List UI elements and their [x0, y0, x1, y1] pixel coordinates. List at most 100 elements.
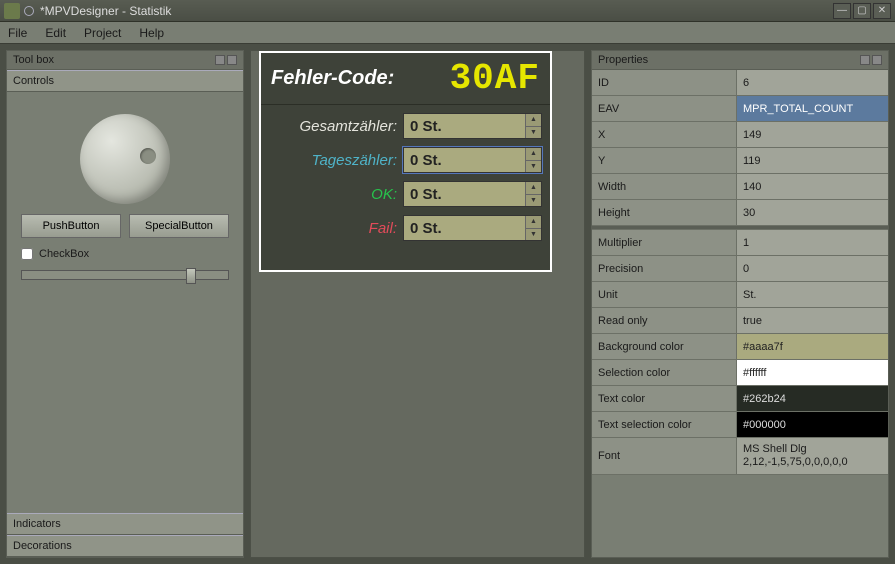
spin-up-icon[interactable]: ▲: [526, 216, 541, 229]
spin-down-icon[interactable]: ▼: [526, 161, 541, 173]
property-key: Height: [592, 200, 737, 225]
spinbox[interactable]: 0 St.▲▼: [403, 181, 542, 207]
properties-panel: Properties ID6EAVMPR_TOTAL_COUNTX149Y119…: [591, 50, 889, 558]
slider-thumb[interactable]: [186, 268, 196, 284]
design-frame[interactable]: Fehler-Code: 30AF Gesamtzähler:0 St.▲▼Ta…: [259, 51, 552, 272]
spinbox[interactable]: 0 St.▲▼: [403, 113, 542, 139]
property-key: Width: [592, 174, 737, 199]
property-value[interactable]: #262b24: [737, 386, 888, 411]
property-row[interactable]: Multiplier1: [592, 230, 888, 256]
property-row[interactable]: FontMS Shell Dlg 2,12,-1,5,75,0,0,0,0,0: [592, 438, 888, 475]
panel-btn-icon[interactable]: [860, 55, 870, 65]
property-key: EAV: [592, 96, 737, 121]
design-canvas[interactable]: Fehler-Code: 30AF Gesamtzähler:0 St.▲▼Ta…: [250, 50, 585, 558]
property-value[interactable]: 30: [737, 200, 888, 225]
field-label: Tageszähler:: [269, 152, 397, 169]
property-key: Selection color: [592, 360, 737, 385]
field-label: Gesamtzähler:: [269, 118, 397, 135]
controls-section-header[interactable]: Controls: [7, 70, 243, 92]
menu-file[interactable]: File: [8, 26, 27, 40]
property-row[interactable]: Height30: [592, 200, 888, 226]
minimize-button[interactable]: —: [833, 3, 851, 19]
maximize-button[interactable]: ▢: [853, 3, 871, 19]
property-key: Text color: [592, 386, 737, 411]
property-row[interactable]: Read onlytrue: [592, 308, 888, 334]
properties-title: Properties: [592, 51, 888, 70]
indicators-section-header[interactable]: Indicators: [7, 513, 243, 535]
property-key: X: [592, 122, 737, 147]
spin-up-icon[interactable]: ▲: [526, 148, 541, 161]
menubar: File Edit Project Help: [0, 22, 895, 44]
property-value[interactable]: true: [737, 308, 888, 333]
spinbox-arrows: ▲▼: [525, 114, 541, 138]
property-value[interactable]: MPR_TOTAL_COUNT: [737, 96, 888, 121]
property-key: Multiplier: [592, 230, 737, 255]
property-row[interactable]: Precision0: [592, 256, 888, 282]
property-row[interactable]: EAVMPR_TOTAL_COUNT: [592, 96, 888, 122]
spin-down-icon[interactable]: ▼: [526, 229, 541, 241]
property-row[interactable]: Y119: [592, 148, 888, 174]
property-row[interactable]: Width140: [592, 174, 888, 200]
property-key: Y: [592, 148, 737, 173]
property-key: Font: [592, 438, 737, 474]
error-row: Fehler-Code: 30AF: [261, 53, 550, 105]
workspace: Tool box Controls PushButton SpecialButt…: [0, 44, 895, 564]
specialbutton-widget[interactable]: SpecialButton: [129, 214, 229, 238]
checkbox-input[interactable]: [21, 248, 33, 260]
titlebar-dot-icon: [24, 6, 34, 16]
toolbox-panel: Tool box Controls PushButton SpecialButt…: [6, 50, 244, 558]
slider-widget[interactable]: [21, 270, 229, 280]
spinbox[interactable]: 0 St.▲▼: [403, 147, 542, 173]
property-row[interactable]: X149: [592, 122, 888, 148]
pushbutton-widget[interactable]: PushButton: [21, 214, 121, 238]
property-value[interactable]: St.: [737, 282, 888, 307]
property-value[interactable]: 6: [737, 70, 888, 95]
property-row[interactable]: Text color#262b24: [592, 386, 888, 412]
property-value[interactable]: #000000: [737, 412, 888, 437]
spin-down-icon[interactable]: ▼: [526, 127, 541, 139]
toolbox-title-label: Tool box: [13, 54, 54, 66]
checkbox-widget[interactable]: CheckBox: [15, 248, 235, 260]
spinbox-arrows: ▲▼: [525, 148, 541, 172]
property-key: Text selection color: [592, 412, 737, 437]
close-button[interactable]: ✕: [873, 3, 891, 19]
field-list: Gesamtzähler:0 St.▲▼Tageszähler:0 St.▲▼O…: [261, 105, 550, 249]
property-value[interactable]: #ffffff: [737, 360, 888, 385]
spin-down-icon[interactable]: ▼: [526, 195, 541, 207]
property-row[interactable]: Selection color#ffffff: [592, 360, 888, 386]
property-key: ID: [592, 70, 737, 95]
property-row[interactable]: UnitSt.: [592, 282, 888, 308]
menu-help[interactable]: Help: [139, 26, 164, 40]
decorations-section-header[interactable]: Decorations: [7, 535, 243, 557]
properties-body: ID6EAVMPR_TOTAL_COUNTX149Y119Width140Hei…: [592, 70, 888, 557]
spin-up-icon[interactable]: ▲: [526, 182, 541, 195]
spin-up-icon[interactable]: ▲: [526, 114, 541, 127]
property-row[interactable]: Text selection color#000000: [592, 412, 888, 438]
property-value[interactable]: 119: [737, 148, 888, 173]
controls-body: PushButton SpecialButton CheckBox: [7, 92, 243, 513]
spinbox-value: 0 St.: [404, 220, 525, 237]
property-value[interactable]: #aaaa7f: [737, 334, 888, 359]
app-icon: [4, 3, 20, 19]
panel-btn-icon[interactable]: [227, 55, 237, 65]
spinbox[interactable]: 0 St.▲▼: [403, 215, 542, 241]
menu-edit[interactable]: Edit: [45, 26, 66, 40]
panel-btn-icon[interactable]: [215, 55, 225, 65]
property-row[interactable]: ID6: [592, 70, 888, 96]
spinbox-value: 0 St.: [404, 186, 525, 203]
checkbox-label: CheckBox: [39, 248, 89, 260]
property-value[interactable]: MS Shell Dlg 2,12,-1,5,75,0,0,0,0,0: [737, 438, 888, 474]
knob-widget[interactable]: [80, 114, 170, 204]
property-value[interactable]: 140: [737, 174, 888, 199]
property-key: Read only: [592, 308, 737, 333]
property-value[interactable]: 1: [737, 230, 888, 255]
titlebar: *MPVDesigner - Statistik — ▢ ✕: [0, 0, 895, 22]
menu-project[interactable]: Project: [84, 26, 121, 40]
error-code: 30AF: [450, 58, 540, 99]
property-value[interactable]: 0: [737, 256, 888, 281]
panel-btn-icon[interactable]: [872, 55, 882, 65]
field-label: Fail:: [269, 220, 397, 237]
field-label: OK:: [269, 186, 397, 203]
property-value[interactable]: 149: [737, 122, 888, 147]
property-row[interactable]: Background color#aaaa7f: [592, 334, 888, 360]
